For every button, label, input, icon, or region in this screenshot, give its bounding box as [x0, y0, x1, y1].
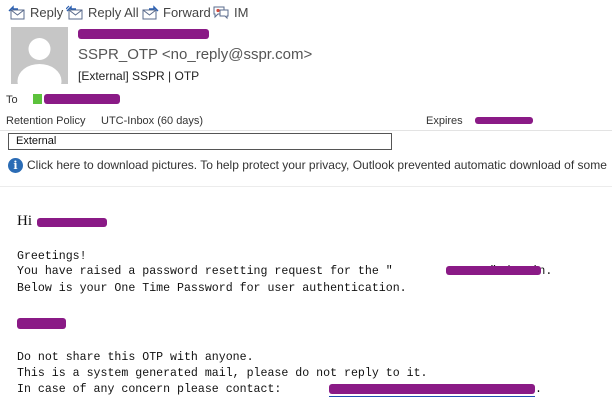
im-label: IM: [234, 4, 249, 20]
sender-address: SSPR_OTP <no_reply@sspr.com>: [78, 46, 313, 63]
greeting: Hi: [17, 213, 32, 229]
request-text: You have raised a password resetting req…: [17, 265, 393, 278]
forward-label: Forward: [163, 4, 211, 20]
forward-button[interactable]: Forward: [141, 3, 211, 21]
forward-icon: [142, 4, 159, 19]
reply-button[interactable]: Reply: [8, 3, 63, 21]
external-tag: External: [8, 133, 392, 150]
info-icon: i: [8, 157, 23, 173]
retention-policy-label: Retention Policy: [6, 115, 86, 127]
redacted-recipient[interactable]: [44, 94, 120, 104]
body-line-greetings: Greetings!: [17, 250, 87, 263]
expires-label: Expires: [426, 115, 463, 127]
retention-policy-value: UTC-Inbox (60 days): [101, 115, 204, 127]
contact-period: .: [535, 383, 542, 396]
body-divider: [0, 186, 612, 187]
im-button[interactable]: IM: [212, 3, 248, 21]
instant-message-icon: [213, 6, 229, 19]
sender-avatar: [11, 27, 68, 84]
reply-icon: [8, 4, 25, 19]
body-line-contact: In case of any concern please contact:: [17, 383, 282, 396]
body-line-warning: Do not share this OTP with anyone.: [17, 351, 254, 364]
reply-all-icon: [66, 4, 83, 19]
redacted-username: [37, 218, 107, 227]
body-line-system: This is a system generated mail, please …: [17, 367, 428, 380]
info-bar-text: Click here to download pictures. To help…: [27, 158, 607, 172]
reply-all-label: Reply All: [88, 4, 139, 20]
reply-label: Reply: [30, 4, 64, 20]
person-silhouette-icon: [17, 38, 62, 84]
redacted-otp: [17, 318, 66, 329]
redacted-expiry: [475, 117, 533, 124]
reply-all-button[interactable]: Reply All: [66, 3, 139, 21]
contact-link-underline: [329, 396, 535, 397]
subject-line: [External] SSPR | OTP: [78, 69, 200, 83]
header-divider: [0, 130, 612, 131]
redacted-domain: [446, 266, 541, 275]
redacted-contact-link[interactable]: [329, 384, 535, 394]
presence-indicator: [33, 94, 42, 104]
redacted-date: [78, 29, 209, 39]
to-label: To: [6, 94, 18, 106]
body-line-otp-intro: Below is your One Time Password for user…: [17, 282, 407, 295]
download-pictures-bar[interactable]: i Click here to download pictures. To he…: [8, 157, 607, 173]
